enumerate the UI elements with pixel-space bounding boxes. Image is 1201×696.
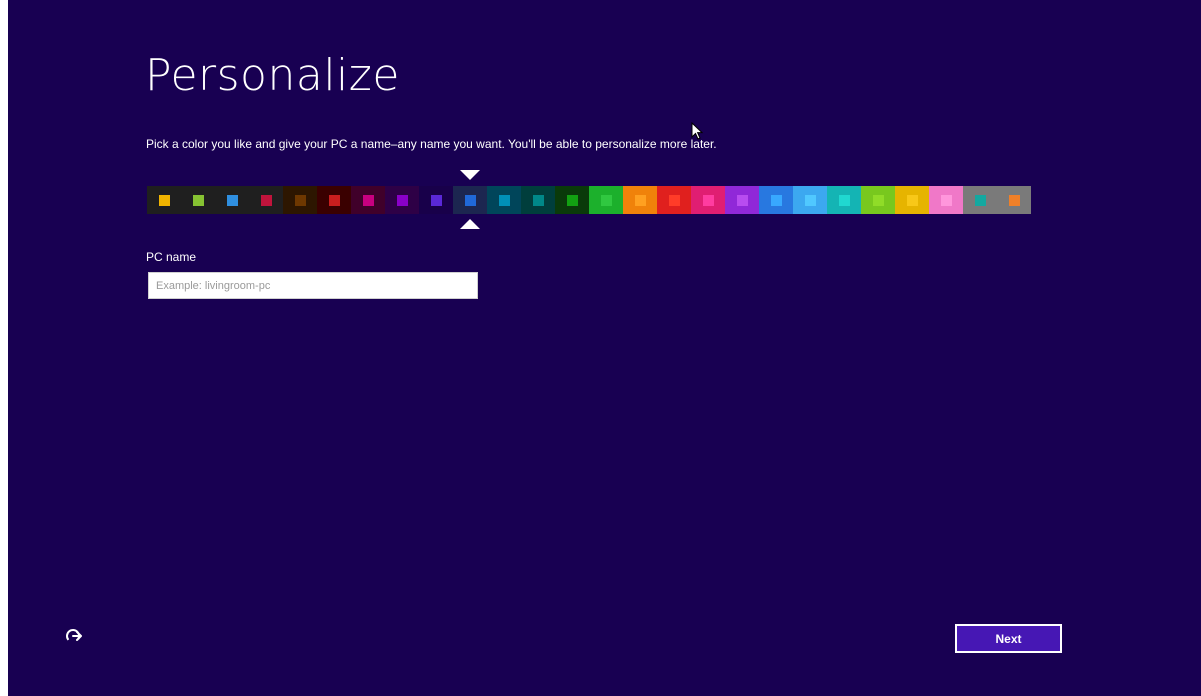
color-swatch[interactable] <box>555 186 589 214</box>
selected-color-top-marker <box>460 170 480 180</box>
color-swatch[interactable] <box>215 186 249 214</box>
color-swatch[interactable] <box>147 186 181 214</box>
color-swatch-chip <box>634 194 646 206</box>
color-swatch-chip <box>838 194 850 206</box>
color-swatch-chip <box>668 194 680 206</box>
color-swatch-chip <box>804 194 816 206</box>
personalize-screen: Personalize Pick a color you like and gi… <box>8 0 1201 696</box>
color-swatch[interactable] <box>759 186 793 214</box>
page-title: Personalize <box>145 50 400 101</box>
color-swatch[interactable] <box>487 186 521 214</box>
color-swatch-chip <box>192 194 204 206</box>
color-swatch-chip <box>464 194 476 206</box>
color-swatch[interactable] <box>691 186 725 214</box>
color-swatch-chip <box>940 194 952 206</box>
color-swatch-chip <box>974 194 986 206</box>
color-swatch-chip <box>498 194 510 206</box>
color-swatch-chip <box>566 194 578 206</box>
color-swatch[interactable] <box>657 186 691 214</box>
mouse-pointer-icon <box>691 121 705 142</box>
color-swatch[interactable] <box>589 186 623 214</box>
page-subtitle: Pick a color you like and give your PC a… <box>146 137 717 151</box>
color-swatch-chip <box>226 194 238 206</box>
color-swatch-chip <box>702 194 714 206</box>
ease-of-access-icon[interactable] <box>64 624 88 648</box>
color-swatch[interactable] <box>861 186 895 214</box>
pc-name-label: PC name <box>146 250 197 264</box>
next-button[interactable]: Next <box>955 624 1062 653</box>
color-swatch[interactable] <box>419 186 453 214</box>
color-swatch[interactable] <box>453 186 487 214</box>
color-swatch[interactable] <box>725 186 759 214</box>
color-swatch[interactable] <box>521 186 555 214</box>
color-swatch[interactable] <box>793 186 827 214</box>
color-swatch-chip <box>532 194 544 206</box>
color-swatch-chip <box>430 194 442 206</box>
color-swatch[interactable] <box>827 186 861 214</box>
color-swatch[interactable] <box>249 186 283 214</box>
color-swatch-chip <box>600 194 612 206</box>
color-swatch-chip <box>260 194 272 206</box>
color-swatch[interactable] <box>283 186 317 214</box>
color-swatch-chip <box>872 194 884 206</box>
color-swatch-chip <box>736 194 748 206</box>
color-swatch[interactable] <box>351 186 385 214</box>
color-swatch[interactable] <box>317 186 351 214</box>
color-swatch-chip <box>396 194 408 206</box>
color-swatch-chip <box>1008 194 1020 206</box>
color-swatch-chip <box>328 194 340 206</box>
color-palette <box>147 186 1031 214</box>
color-swatch[interactable] <box>997 186 1031 214</box>
color-swatch[interactable] <box>963 186 997 214</box>
color-swatch-chip <box>294 194 306 206</box>
color-swatch[interactable] <box>895 186 929 214</box>
color-swatch-chip <box>906 194 918 206</box>
color-swatch[interactable] <box>929 186 963 214</box>
color-swatch[interactable] <box>181 186 215 214</box>
color-swatch[interactable] <box>623 186 657 214</box>
selected-color-bottom-marker <box>460 219 480 229</box>
color-swatch[interactable] <box>385 186 419 214</box>
color-swatch-chip <box>770 194 782 206</box>
pc-name-input[interactable] <box>148 272 478 299</box>
color-swatch-chip <box>362 194 374 206</box>
color-swatch-chip <box>158 194 170 206</box>
